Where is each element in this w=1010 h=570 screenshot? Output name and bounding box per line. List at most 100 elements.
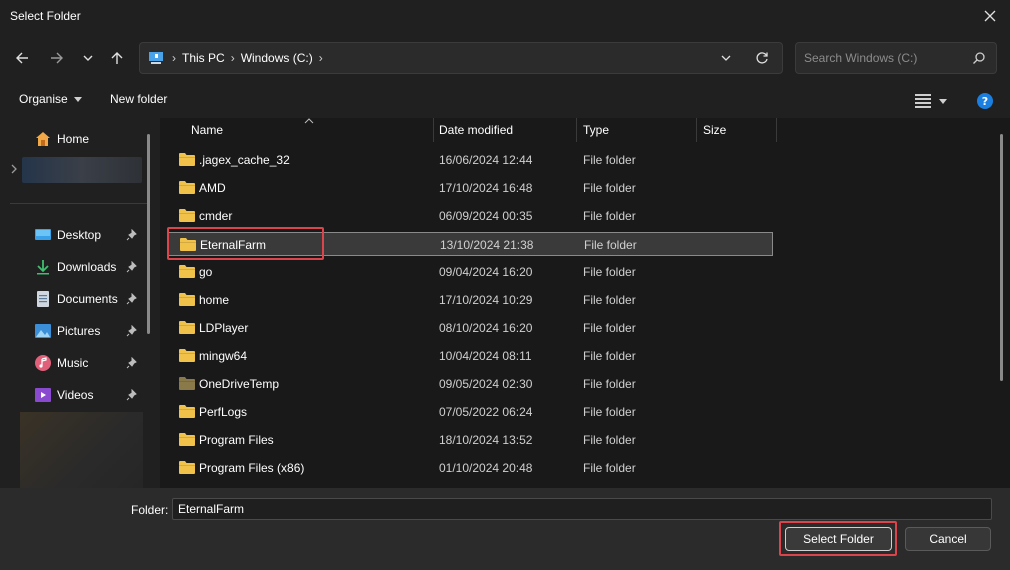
table-row[interactable]: cmder 06/09/2024 00:35 File folder — [168, 204, 773, 228]
pictures-icon — [35, 323, 51, 339]
table-row[interactable]: mingw64 10/04/2024 08:11 File folder — [168, 344, 773, 368]
file-name: AMD — [199, 181, 226, 195]
command-bar: Organise New folder ? — [0, 84, 1010, 118]
file-list-scrollbar[interactable] — [1000, 134, 1003, 381]
file-date: 16/06/2024 12:44 — [439, 153, 533, 167]
file-date: 09/04/2024 16:20 — [439, 265, 533, 279]
file-name: .jagex_cache_32 — [199, 153, 290, 167]
refresh-icon — [756, 52, 768, 64]
file-type: File folder — [583, 349, 636, 363]
table-row[interactable]: OneDriveTemp 09/05/2024 02:30 File folder — [168, 372, 773, 396]
forward-button[interactable] — [43, 44, 71, 72]
file-type: File folder — [583, 405, 636, 419]
column-header-label: Type — [583, 123, 610, 137]
details-view-icon — [915, 94, 931, 108]
close-button[interactable] — [970, 0, 1010, 32]
sidebar-item-music[interactable]: Music — [0, 348, 148, 378]
file-date: 06/09/2024 00:35 — [439, 209, 533, 223]
file-type: File folder — [583, 181, 636, 195]
sidebar-item-videos[interactable]: Videos — [0, 380, 148, 410]
file-name: Program Files (x86) — [199, 461, 305, 475]
pin-icon — [126, 229, 137, 241]
search-input[interactable] — [804, 49, 964, 67]
organise-menu[interactable]: Organise — [19, 92, 82, 106]
sidebar-item-home[interactable]: Home — [0, 124, 148, 154]
folder-icon — [179, 349, 195, 362]
file-name: Program Files — [199, 433, 274, 447]
documents-icon — [35, 291, 51, 307]
sidebar-item-label: Videos — [57, 388, 94, 402]
recent-locations-button[interactable] — [74, 44, 102, 72]
breadcrumb-separator: › — [318, 51, 323, 65]
file-name: PerfLogs — [199, 405, 248, 419]
pin-icon — [126, 357, 137, 369]
file-name: cmder — [199, 209, 233, 223]
this-pc-icon — [149, 52, 163, 64]
sidebar-item-label: Home — [57, 132, 90, 146]
column-header-label: Size — [703, 123, 727, 137]
column-header-date[interactable]: Date modified — [431, 118, 575, 142]
breadcrumb-windows-c[interactable]: Windows (C:) — [241, 51, 313, 65]
table-row[interactable]: Program Files (x86) 01/10/2024 20:48 File … — [168, 456, 773, 480]
arrow-up-icon — [111, 52, 123, 64]
cancel-button[interactable]: Cancel — [905, 527, 991, 551]
search-button[interactable] — [972, 51, 986, 68]
folder-icon — [179, 181, 195, 194]
table-row[interactable]: LDPlayer 08/10/2024 16:20 File folder — [168, 316, 773, 340]
expand-chevron[interactable] — [10, 163, 18, 177]
new-folder-button[interactable]: New folder — [110, 92, 167, 106]
folder-name-input[interactable] — [172, 498, 992, 520]
folder-icon — [179, 433, 195, 446]
column-header-size[interactable]: Size — [695, 118, 775, 142]
file-type: File folder — [583, 293, 636, 307]
folder-icon — [179, 377, 195, 390]
help-button[interactable]: ? — [977, 93, 993, 112]
view-options-button[interactable] — [915, 94, 947, 108]
table-row[interactable]: home 17/10/2024 10:29 File folder — [168, 288, 773, 312]
file-date: 18/10/2024 13:52 — [439, 433, 533, 447]
column-header-type[interactable]: Type — [575, 118, 695, 142]
chevron-down-icon — [83, 55, 93, 61]
search-box[interactable] — [795, 42, 997, 74]
folder-icon — [179, 293, 195, 306]
back-button[interactable] — [8, 44, 36, 72]
table-row[interactable]: .jagex_cache_32 16/06/2024 12:44 File fold… — [168, 148, 773, 172]
sidebar-item-downloads[interactable]: Downloads — [0, 252, 148, 282]
folder-icon — [179, 405, 195, 418]
caret-down-icon — [939, 98, 947, 104]
chevron-right-icon — [11, 164, 17, 174]
table-row[interactable]: Program Files 18/10/2024 13:52 File folder — [168, 428, 773, 452]
up-button[interactable] — [103, 44, 131, 72]
music-icon — [35, 355, 51, 371]
folder-icon — [179, 461, 195, 474]
table-row[interactable]: AMD 17/10/2024 16:48 File folder — [168, 176, 773, 200]
file-name: LDPlayer — [199, 321, 249, 335]
sidebar-item-documents[interactable]: Documents — [0, 284, 148, 314]
organise-label: Organise — [19, 92, 68, 106]
navigation-pane: Home Desktop Downloads Documents Picture… — [0, 118, 160, 488]
address-bar[interactable]: › This PC › Windows (C:) › — [139, 42, 783, 74]
column-separator[interactable] — [776, 118, 777, 142]
title-bar: Select Folder — [0, 0, 1010, 32]
sidebar-scrollbar[interactable] — [147, 134, 150, 334]
chevron-down-icon — [721, 55, 731, 61]
breadcrumb-this-pc[interactable]: This PC — [182, 51, 225, 65]
help-icon: ? — [977, 93, 993, 109]
folder-icon — [179, 153, 195, 166]
table-row[interactable]: go 09/04/2024 16:20 File folder — [168, 260, 773, 284]
blurred-drive-items[interactable] — [20, 412, 143, 488]
breadcrumb-separator: › — [230, 51, 235, 65]
file-date: 07/05/2022 06:24 — [439, 405, 533, 419]
blurred-user-folder[interactable] — [22, 157, 142, 183]
address-dropdown-button[interactable] — [720, 52, 732, 67]
file-name: go — [199, 265, 213, 279]
highlight-selected-folder — [167, 227, 324, 260]
arrow-left-icon — [16, 52, 28, 64]
sidebar-item-desktop[interactable]: Desktop — [0, 220, 148, 250]
file-type: File folder — [583, 209, 636, 223]
sidebar-item-pictures[interactable]: Pictures — [0, 316, 148, 346]
folder-icon — [179, 209, 195, 222]
videos-icon — [35, 387, 51, 403]
table-row[interactable]: PerfLogs 07/05/2022 06:24 File folder — [168, 400, 773, 424]
refresh-button[interactable] — [755, 51, 769, 68]
